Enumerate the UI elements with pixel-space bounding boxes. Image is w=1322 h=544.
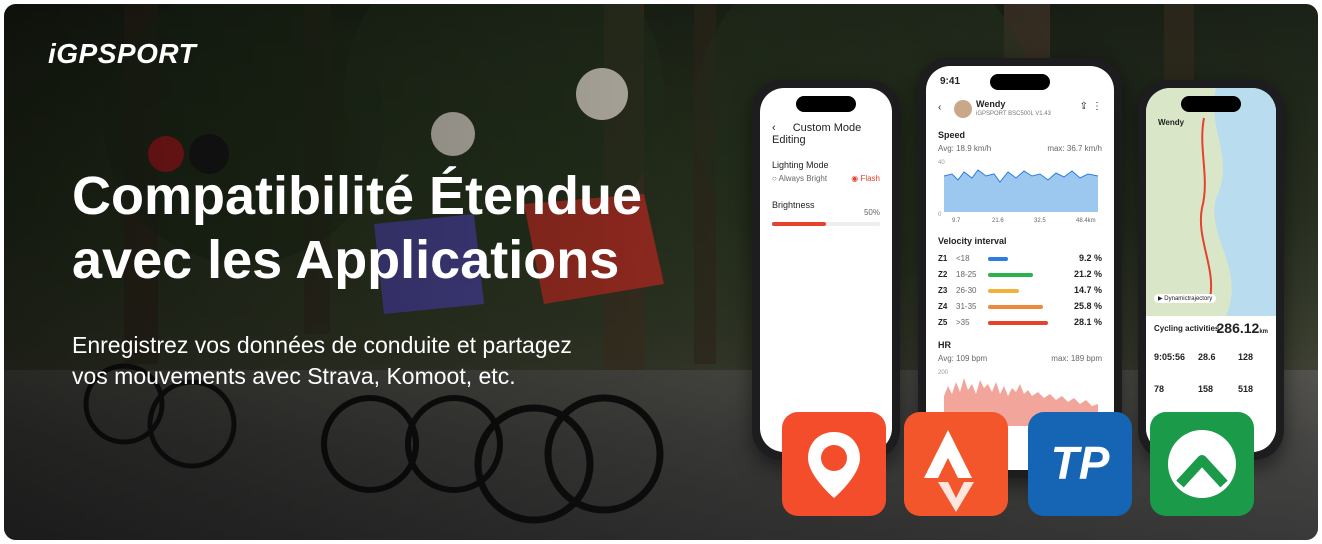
more-icon[interactable]: ⋮	[1092, 101, 1102, 112]
hr-y-top: 200	[938, 370, 949, 376]
zone-bar	[988, 321, 1048, 325]
brightness-fill	[772, 222, 826, 226]
strava-chevron-icon	[924, 430, 974, 512]
custom-mode-title: Custom Mode Editing	[772, 122, 862, 146]
speed-chart: 40 0	[938, 160, 1099, 218]
zone-name: Z1	[938, 254, 948, 263]
trainingpeaks-app-icon[interactable]: TP	[1028, 412, 1132, 516]
velocity-zone-row: Z5 >35 28.1 %	[938, 316, 1102, 330]
zone-percent: 14.7 %	[1073, 285, 1102, 295]
brand-logo[interactable]: iGPSPORT	[48, 38, 196, 70]
velocity-zone-row: Z4 31-35 25.8 %	[938, 300, 1102, 314]
map-user-name: Wendy	[1158, 118, 1185, 127]
speed-y-bottom: 0	[938, 212, 942, 218]
avatar	[954, 100, 972, 118]
activity-distance: 286.12km	[1216, 320, 1269, 336]
phone-light-settings: ‹ Custom Mode Editing Lighting Mode ○ Al…	[752, 80, 900, 460]
zone-range: >35	[956, 318, 970, 327]
option-flash[interactable]: ◉ Flash	[851, 174, 880, 183]
hr-avg: Avg: 109 bpm	[938, 354, 988, 363]
user-header: ‹ Wendy iGPSPORT BSC500L V1.43 ⇪ ⋮	[938, 98, 1102, 124]
hr-max: max: 189 bpm	[1051, 354, 1102, 363]
zone-name: Z5	[938, 318, 948, 327]
zone-range: 31-35	[956, 302, 977, 311]
lighting-mode-options: ○ Always Bright ◉ Flash	[772, 174, 880, 183]
brightness-slider[interactable]	[772, 222, 880, 226]
phone-mid-screen: 9:41 ‹ Wendy iGPSPORT BSC500L V1.43 ⇪ ⋮ …	[926, 66, 1114, 470]
komoot-mountain-icon	[1168, 430, 1236, 498]
option-always-bright[interactable]: Always Bright	[779, 174, 827, 183]
zone-bar	[988, 305, 1044, 309]
speed-max: max: 36.7 km/h	[1047, 144, 1102, 153]
headline-line-1: Compatibilité Étendue	[72, 166, 643, 226]
dynamic-island	[990, 74, 1050, 90]
headline-line-2: avec les Applications	[72, 230, 620, 290]
device-name: iGPSPORT BSC500L V1.43	[976, 111, 1051, 117]
brightness-track	[772, 222, 880, 226]
zone-percent: 21.2 %	[1073, 269, 1102, 279]
axis-tick: 32.5	[1034, 218, 1046, 224]
subtitle-line-1: Enregistrez vos données de conduite et p…	[72, 332, 572, 358]
back-arrow-icon[interactable]: ‹	[938, 102, 941, 113]
velocity-zone-row: Z1 <18 9.2 %	[938, 252, 1102, 266]
zone-name: Z2	[938, 270, 948, 279]
duration: 9:05:56	[1154, 352, 1186, 362]
subtitle-line-2: vos mouvements avec Strava, Komoot, etc.	[72, 363, 516, 389]
velocity-zone-row: Z3 26-30 14.7 %	[938, 284, 1102, 298]
zone-name: Z3	[938, 286, 948, 295]
zone-range: 18-25	[956, 270, 977, 279]
velocity-label: Velocity interval	[938, 236, 1007, 246]
left-header: ‹ Custom Mode Editing	[772, 122, 880, 146]
speed-avg: Avg: 18.9 km/h	[938, 144, 992, 153]
user-name: Wendy	[976, 99, 1006, 109]
axis-tick: 21.6	[992, 218, 1004, 224]
speed-stats: Avg: 18.9 km/h max: 36.7 km/h	[938, 144, 1102, 153]
lighting-mode-label: Lighting Mode	[772, 160, 829, 170]
phone-right-screen: Wendy ▶ Dynamictrajectory Cycling activi…	[1146, 88, 1276, 452]
hr-stats: Avg: 109 bpm max: 189 bpm	[938, 354, 1102, 363]
speed-area	[944, 170, 1098, 212]
zone-range: <18	[956, 254, 970, 263]
tp-label: TP	[1050, 437, 1110, 489]
avg-cadence: 78	[1154, 384, 1165, 394]
phone-map-activity: Wendy ▶ Dynamictrajectory Cycling activi…	[1138, 80, 1284, 460]
dynamic-island	[796, 96, 856, 112]
subtitle: Enregistrez vos données de conduite et p…	[72, 330, 752, 392]
zone-percent: 9.2 %	[1078, 253, 1102, 263]
dynamic-trajectory-button[interactable]: ▶ Dynamictrajectory	[1154, 294, 1217, 303]
axis-tick: 48.4km	[1076, 218, 1096, 224]
avg-power: 158	[1198, 384, 1214, 394]
zone-bar	[988, 257, 1008, 261]
velocity-zone-row: Z2 18-25 21.2 %	[938, 268, 1102, 282]
back-arrow-icon[interactable]: ‹	[772, 122, 776, 134]
zone-range: 26-30	[956, 286, 977, 295]
max-hr: 128	[1238, 352, 1254, 362]
zone-name: Z4	[938, 302, 948, 311]
share-icon[interactable]: ⇪	[1080, 101, 1088, 112]
headline: Compatibilité Étendue avec les Applicati…	[72, 164, 732, 292]
komoot-app-icon[interactable]	[1150, 412, 1254, 516]
speed-label: Speed	[938, 130, 966, 140]
zone-percent: 28.1 %	[1073, 317, 1102, 327]
avg-speed: 28.6	[1198, 352, 1216, 362]
radio-icon[interactable]: ○	[772, 174, 777, 183]
phone-left-screen: ‹ Custom Mode Editing Lighting Mode ○ Al…	[760, 88, 892, 452]
dynamic-island	[1181, 96, 1241, 112]
brightness-value: 50%	[863, 208, 880, 217]
zone-percent: 25.8 %	[1073, 301, 1102, 311]
zone-bar	[988, 289, 1020, 293]
axis-tick: 9.7	[952, 218, 961, 224]
activity-label: Cycling activities	[1154, 324, 1220, 333]
max-power: 518	[1238, 384, 1254, 394]
location-pin-icon	[808, 432, 860, 498]
map-pin-app-icon[interactable]	[782, 412, 886, 516]
speed-y-top: 40	[938, 160, 945, 166]
zone-bar	[988, 273, 1034, 277]
hr-label: HR	[938, 340, 951, 350]
status-time: 9:41	[940, 76, 961, 87]
strava-app-icon[interactable]	[904, 412, 1008, 516]
